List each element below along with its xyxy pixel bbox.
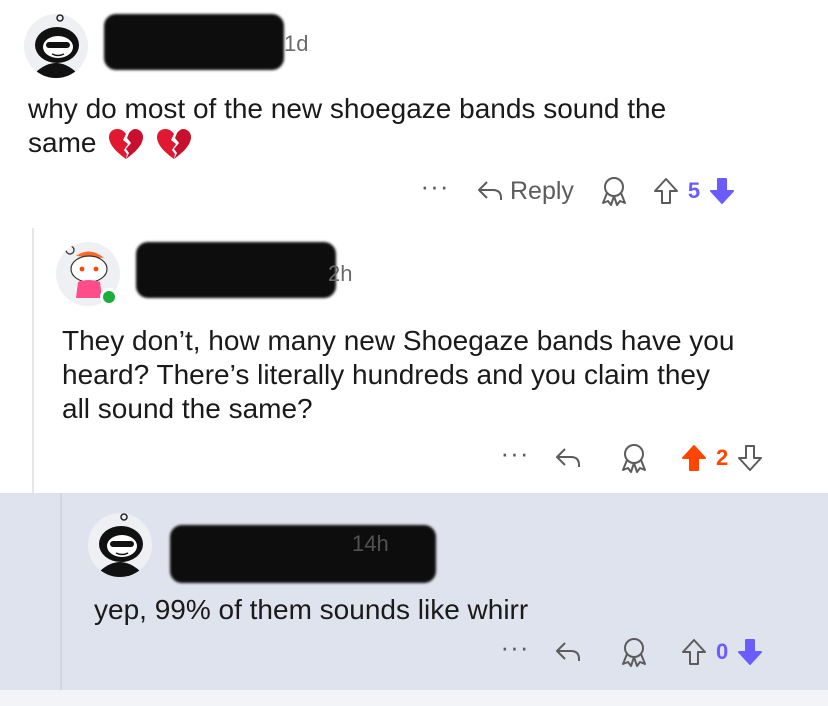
downvote-button[interactable] [736, 637, 764, 667]
comment-timestamp-2: 2h [328, 261, 353, 286]
online-indicator [100, 288, 118, 306]
comment-text-1: why do most of the new shoegaze bands so… [28, 92, 808, 161]
upvote-button[interactable] [652, 176, 680, 206]
redacted-username-2 [136, 242, 336, 298]
comment-text-3: yep, 99% of them sounds like whirr [94, 594, 529, 625]
reply-arrow-icon [478, 181, 502, 200]
award-icon [622, 638, 646, 667]
downvote-button[interactable] [736, 443, 764, 473]
downvote-button[interactable] [708, 176, 736, 206]
upvote-button[interactable] [680, 637, 708, 667]
comment-1: 1d why do most of the new shoegaze bands… [0, 0, 828, 228]
vote-score: 5 [687, 178, 701, 203]
more-options-button[interactable]: ··· [492, 634, 538, 660]
downvote-arrow-icon [710, 178, 735, 204]
reply-button[interactable] [554, 640, 582, 664]
comment-text-2: They don’t, how many new Shoegaze bands … [62, 325, 735, 424]
snoo-avatar-icon [88, 513, 152, 577]
redacted-username-3 [170, 525, 436, 583]
award-button[interactable] [598, 175, 630, 207]
more-options-button[interactable]: ··· [412, 173, 458, 199]
vote-score: 0 [716, 639, 729, 664]
broken-heart-icon [157, 128, 192, 159]
upvote-button[interactable] [680, 443, 708, 473]
reply-arrow-icon [556, 448, 580, 467]
downvote-arrow-icon [738, 445, 763, 471]
comment-3: 14h yep, 99% of them sounds like whirr ·… [0, 493, 828, 690]
user-avatar-1[interactable] [24, 14, 88, 78]
award-icon [601, 177, 626, 206]
upvote-arrow-icon [653, 178, 678, 204]
vote-score: 2 [716, 445, 729, 470]
comment-timestamp-1: 1d [284, 31, 309, 56]
comment-timestamp-3: 14h [352, 531, 389, 556]
upvote-arrow-icon [682, 445, 706, 471]
redacted-username-1 [104, 14, 284, 70]
reply-button[interactable] [554, 446, 582, 470]
upvote-arrow-icon [682, 639, 706, 665]
snoo-avatar-icon [24, 14, 88, 78]
reply-arrow-icon [556, 642, 580, 661]
reply-button[interactable]: Reply [476, 177, 574, 206]
user-avatar-3[interactable] [88, 513, 152, 577]
more-options-button[interactable]: ··· [492, 440, 538, 466]
comment-actions-3: ··· 0 [492, 632, 764, 672]
broken-heart-icon [109, 128, 144, 159]
comment-actions-1: ··· Reply 5 [412, 171, 736, 211]
comment-actions-2: ··· 2 [492, 438, 764, 478]
award-button[interactable] [618, 636, 650, 668]
comment-2: 2h They don’t, how many new Shoegaze ban… [0, 228, 828, 493]
award-button[interactable] [618, 442, 650, 474]
award-icon [622, 444, 646, 473]
downvote-arrow-icon [738, 639, 763, 665]
bottom-divider [0, 690, 828, 706]
